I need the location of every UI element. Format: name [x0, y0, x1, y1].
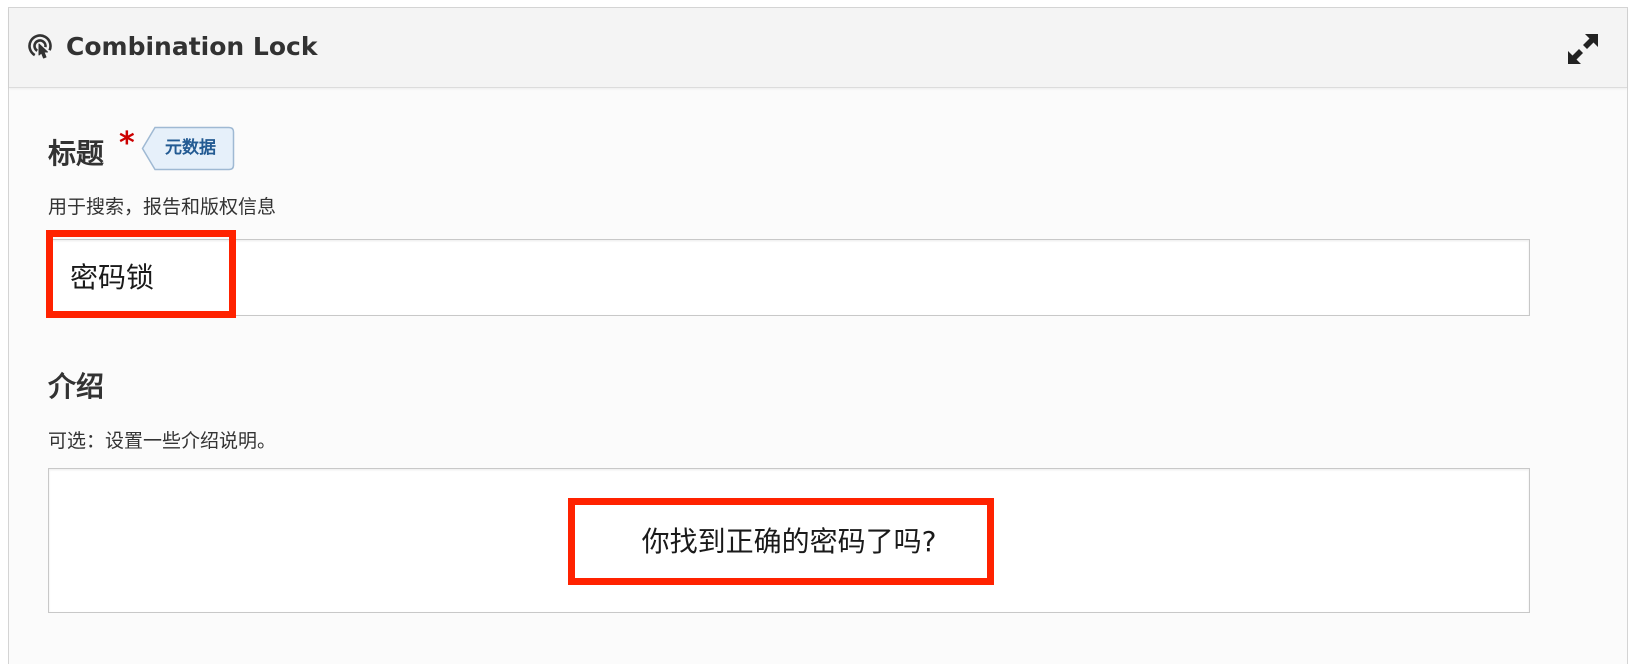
intro-field-label: 介绍	[48, 370, 105, 403]
title-input[interactable]: 密码锁	[48, 239, 1530, 316]
metadata-tag-label: 元数据	[165, 138, 216, 158]
panel-title: Combination Lock	[66, 32, 318, 61]
title-input-value: 密码锁	[70, 261, 155, 294]
expand-arrows-icon[interactable]	[1564, 30, 1602, 68]
metadata-tag-button[interactable]: 元数据	[141, 126, 235, 171]
combination-lock-panel: Combination Lock 标题 * 元数据 用于搜索，报告和版权信息 密…	[8, 7, 1628, 664]
touch-pointer-icon	[28, 34, 52, 59]
intro-textarea-value: 你找到正确的密码了吗?	[641, 525, 937, 558]
title-field-description: 用于搜索，报告和版权信息	[48, 196, 277, 218]
required-marker: *	[119, 126, 135, 161]
panel-header: Combination Lock	[9, 8, 1627, 88]
intro-textarea[interactable]: 你找到正确的密码了吗?	[48, 468, 1530, 613]
title-field-label: 标题	[48, 137, 105, 170]
intro-field-description: 可选：设置一些介绍说明。	[48, 430, 277, 452]
